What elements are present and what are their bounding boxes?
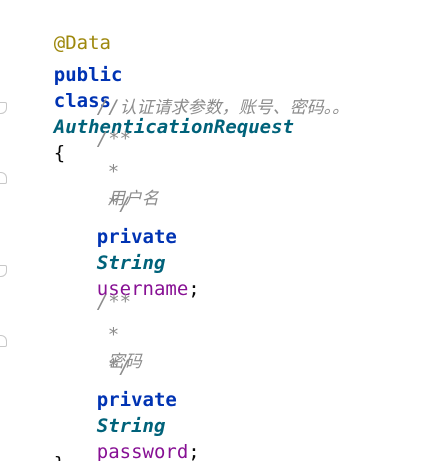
code-line-annotation[interactable]: @Data xyxy=(8,4,111,54)
private-keyword: private xyxy=(96,226,177,248)
code-editor[interactable]: @Data public class AuthenticationRequest… xyxy=(0,0,441,461)
code-line-close-brace[interactable]: } xyxy=(8,425,65,461)
field-type: String xyxy=(96,415,166,437)
code-line-field-password[interactable]: private String password; xyxy=(51,361,200,461)
fold-end-icon[interactable] xyxy=(0,172,7,184)
field-name-password: password xyxy=(96,441,189,461)
code-line-doc-close[interactable]: */ xyxy=(62,165,131,215)
fold-start-icon[interactable] xyxy=(0,102,7,114)
semicolon: ; xyxy=(188,278,200,300)
code-line-field-username[interactable]: private String username; xyxy=(51,198,200,300)
code-line-doc-open[interactable]: /** xyxy=(51,100,131,150)
close-brace: } xyxy=(54,453,65,461)
fold-end-icon[interactable] xyxy=(0,335,7,347)
code-line-doc-open[interactable]: /** xyxy=(51,263,131,313)
code-line-class-declaration[interactable]: public class AuthenticationRequest { xyxy=(8,36,294,164)
code-line-comment[interactable]: //认证请求参数，账号、密码。。 xyxy=(51,68,349,118)
private-keyword: private xyxy=(96,389,177,411)
semicolon: ; xyxy=(188,441,200,461)
line-comment-text: 认证请求参数，账号、密码。。 xyxy=(119,98,350,118)
code-line-doc-text[interactable]: * 用户名 xyxy=(62,133,159,209)
code-line-doc-text[interactable]: * 密码 xyxy=(62,296,142,372)
fold-start-icon[interactable] xyxy=(0,265,7,277)
code-line-doc-close[interactable]: */ xyxy=(62,328,131,378)
